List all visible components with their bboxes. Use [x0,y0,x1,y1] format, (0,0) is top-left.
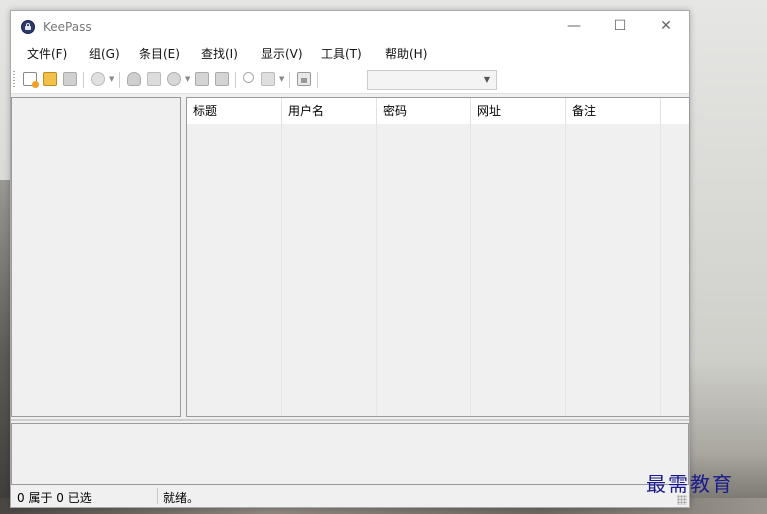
column-header-username[interactable]: 用户名 [282,98,377,124]
menu-entry[interactable]: 条目(E) [139,45,180,62]
edit-group-icon [147,72,161,86]
add-entry-dropdown-arrow: ▼ [185,75,191,83]
open-folder-icon[interactable] [43,72,57,86]
toolbar-separator [235,72,236,88]
chevron-down-icon: ▼ [483,75,490,84]
copy-username-icon [195,72,209,86]
menu-find[interactable]: 查找(I) [201,45,238,62]
title-bar: KeePass — ☐ ✕ [11,11,689,41]
new-database-icon[interactable] [23,72,39,88]
quick-find-combobox[interactable]: ▼ [367,70,497,90]
entry-preview-panel[interactable] [11,423,689,485]
toolbar-separator [119,72,120,88]
window-title: KeePass [43,20,92,34]
toolbar: ▼ ▼ ▼ ▼ [11,63,689,94]
add-entry-icon [167,72,181,86]
toolbar-grip[interactable] [13,71,15,87]
close-button[interactable]: ✕ [643,11,689,41]
column-divider [376,124,377,416]
keepass-lock-icon [21,20,35,34]
column-divider [565,124,566,416]
maximize-button[interactable]: ☐ [597,11,643,41]
column-header-password[interactable]: 密码 [377,98,471,124]
find-dropdown-arrow: ▼ [279,75,285,83]
column-header-title[interactable]: 标题 [187,98,282,124]
status-message: 就绪。 [163,491,200,505]
keepass-window: KeePass — ☐ ✕ 文件(F) 组(G) 条目(E) 查找(I) 显示(… [10,10,690,508]
column-divider [470,124,471,416]
column-header-notes[interactable]: 备注 [566,98,661,124]
watermark-text: 最需教育 [646,472,734,496]
minimize-button[interactable]: — [551,11,597,41]
sync-icon [91,72,105,86]
horizontal-splitter[interactable] [11,419,689,421]
menu-help[interactable]: 帮助(H) [385,45,427,62]
lock-workspace-icon [297,72,311,86]
find-dropdown-icon [261,72,275,86]
group-tree-panel[interactable] [11,97,181,417]
sync-dropdown-arrow: ▼ [109,75,115,83]
add-group-icon [127,72,141,86]
menu-group[interactable]: 组(G) [89,45,120,62]
column-header-url[interactable]: 网址 [471,98,566,124]
copy-password-icon [215,72,229,86]
find-icon [243,72,254,83]
menu-tools[interactable]: 工具(T) [321,45,362,62]
toolbar-separator [289,72,290,88]
toolbar-separator [317,72,318,88]
menu-file[interactable]: 文件(F) [27,45,67,62]
status-separator [157,488,158,504]
column-divider [660,124,661,416]
toolbar-separator [83,72,84,88]
entry-list-panel[interactable]: 标题 用户名 密码 网址 备注 [186,97,690,417]
menu-bar: 文件(F) 组(G) 条目(E) 查找(I) 显示(V) 工具(T) 帮助(H) [11,41,689,63]
status-bar: 0 属于 0 已选 就绪。 [11,485,689,507]
column-header-filler [661,98,689,124]
selection-status: 0 属于 0 已选 [17,491,92,505]
save-icon [63,72,77,86]
menu-view[interactable]: 显示(V) [261,45,303,62]
column-divider [281,124,282,416]
